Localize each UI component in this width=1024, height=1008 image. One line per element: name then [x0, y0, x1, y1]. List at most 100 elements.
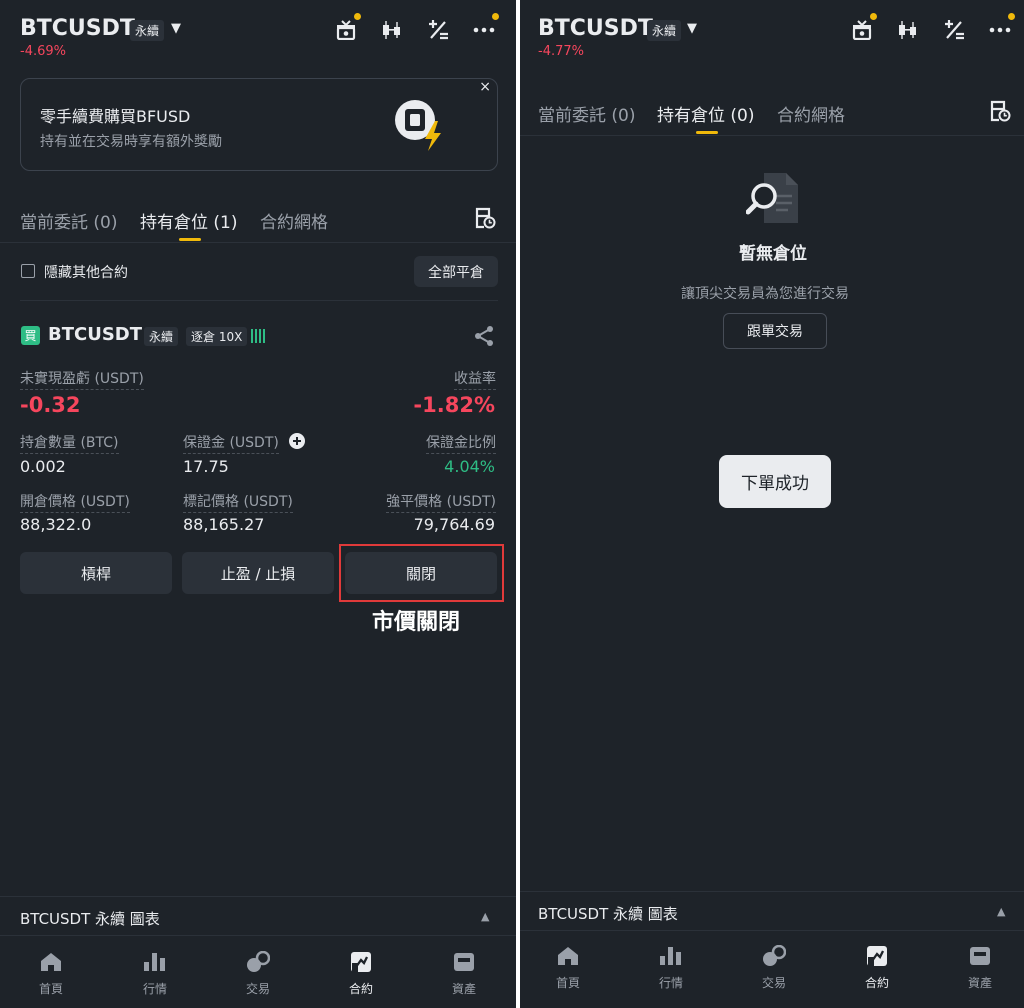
close-all-button[interactable]: 全部平倉	[414, 256, 498, 287]
chevron-up-icon[interactable]: ▲	[997, 905, 1005, 918]
symbol-title[interactable]: BTCUSDT	[538, 16, 653, 41]
symbol-title[interactable]: BTCUSDT	[20, 16, 135, 41]
tab-positions[interactable]: 持有倉位 (1)	[140, 208, 237, 233]
mark-price-value: 88,165.27	[183, 515, 265, 534]
margin-ratio-value: 4.04%	[444, 457, 495, 476]
close-icon[interactable]: ×	[479, 79, 491, 95]
roe-value: -1.82%	[413, 393, 495, 417]
price-change: -4.69%	[20, 44, 66, 59]
tab-open-orders[interactable]: 當前委託 (0)	[538, 101, 635, 126]
position-size-label: 持倉數量 (BTC)	[20, 432, 119, 454]
more-icon[interactable]	[472, 13, 499, 42]
nav-markets[interactable]: 行情	[641, 944, 701, 991]
candlestick-icon[interactable]	[380, 18, 404, 42]
trade-icon	[246, 950, 270, 974]
nav-markets-label: 行情	[658, 976, 683, 990]
entry-price-value: 88,322.0	[20, 515, 92, 534]
copy-trading-button[interactable]: 跟單交易	[723, 313, 827, 349]
candlestick-icon[interactable]	[896, 18, 920, 42]
position-contract-type: 永續	[144, 327, 179, 346]
mark-price-label: 標記價格 (USDT)	[183, 491, 293, 513]
position-symbol[interactable]: BTCUSDT	[48, 324, 142, 345]
share-icon[interactable]	[473, 325, 495, 351]
roe-label: 收益率	[454, 368, 496, 390]
nav-home[interactable]: 首頁	[538, 944, 598, 991]
nav-home-label: 首頁	[38, 982, 63, 996]
nav-futures-label: 合約	[864, 976, 889, 990]
symbol-dropdown-icon[interactable]: ▼	[687, 21, 697, 36]
symbol-dropdown-icon[interactable]: ▼	[171, 21, 181, 36]
price-change: -4.77%	[538, 44, 584, 59]
chart-bar-label[interactable]: BTCUSDT 永續 圖表	[20, 908, 160, 929]
margin-ratio-label: 保證金比例	[426, 432, 496, 454]
position-size-value: 0.002	[20, 457, 66, 476]
nav-home-label: 首頁	[555, 976, 580, 990]
futures-icon	[865, 944, 889, 968]
filter-divider	[20, 300, 498, 301]
margin-mode-badge[interactable]: 逐倉 10X	[186, 327, 248, 346]
nav-markets-label: 行情	[142, 982, 167, 996]
nav-assets[interactable]: 資產	[434, 950, 494, 997]
markets-icon	[143, 950, 167, 974]
hide-other-checkbox[interactable]	[21, 264, 35, 278]
chart-bar-divider	[520, 891, 1024, 892]
empty-state-title: 暫無倉位	[739, 244, 807, 264]
no-positions-icon	[745, 170, 802, 230]
futures-icon	[349, 950, 373, 974]
order-history-icon[interactable]	[474, 207, 496, 233]
contract-type-badge: 永續	[130, 20, 165, 41]
adl-indicator-icon	[251, 329, 267, 343]
wallet-icon	[452, 950, 476, 974]
nav-trade-label: 交易	[245, 982, 270, 996]
trade-icon	[762, 944, 786, 968]
margin-value: 17.75	[183, 457, 229, 476]
active-tab-indicator	[179, 238, 201, 241]
nav-futures[interactable]: 合約	[847, 944, 907, 991]
tab-futures-grid[interactable]: 合約網格	[777, 101, 845, 126]
gift-icon[interactable]	[334, 13, 361, 42]
liquidation-price-label: 強平價格 (USDT)	[386, 491, 496, 513]
nav-divider	[0, 935, 516, 936]
nav-trade-label: 交易	[761, 976, 786, 990]
promo-banner[interactable]: 零手續費購買BFUSD 持有並在交易時享有額外獎勵 ×	[20, 78, 498, 171]
chart-bar-divider	[0, 896, 516, 897]
percent-calc-icon[interactable]	[942, 18, 966, 42]
nav-divider	[520, 930, 1024, 931]
contract-type-badge: 永續	[647, 20, 682, 41]
empty-state-subtitle: 讓頂尖交易員為您進行交易	[681, 286, 849, 302]
tab-open-orders[interactable]: 當前委託 (0)	[20, 208, 117, 233]
leverage-button[interactable]: 槓桿	[20, 552, 172, 594]
promo-subtitle: 持有並在交易時享有額外獎勵	[40, 134, 222, 150]
market-close-annotation: 市價關閉	[372, 610, 461, 635]
nav-home[interactable]: 首頁	[21, 950, 81, 997]
wallet-icon	[968, 944, 992, 968]
tabs-divider	[0, 242, 516, 243]
nav-trade[interactable]: 交易	[744, 944, 804, 991]
tp-sl-button[interactable]: 止盈 / 止損	[182, 552, 334, 594]
tabs-divider	[520, 135, 1024, 136]
tab-futures-grid[interactable]: 合約網格	[260, 208, 328, 233]
percent-calc-icon[interactable]	[426, 18, 450, 42]
liquidation-price-value: 79,764.69	[413, 515, 495, 534]
order-success-toast: 下單成功	[719, 455, 831, 508]
nav-markets[interactable]: 行情	[125, 950, 185, 997]
margin-label: 保證金 (USDT)	[183, 432, 279, 454]
markets-icon	[659, 944, 683, 968]
chart-bar-label[interactable]: BTCUSDT 永續 圖表	[538, 903, 678, 924]
nav-futures[interactable]: 合約	[331, 950, 391, 997]
hide-other-label: 隱藏其他合約	[44, 265, 128, 281]
nav-assets-label: 資產	[451, 982, 476, 996]
chevron-up-icon[interactable]: ▲	[481, 910, 489, 923]
more-icon[interactable]	[988, 13, 1015, 42]
nav-assets-label: 資產	[967, 976, 992, 990]
home-icon	[556, 944, 580, 968]
home-icon	[39, 950, 63, 974]
gift-icon[interactable]	[850, 13, 877, 42]
nav-assets[interactable]: 資產	[950, 944, 1010, 991]
nav-trade[interactable]: 交易	[228, 950, 288, 997]
entry-price-label: 開倉價格 (USDT)	[20, 491, 130, 513]
tab-positions[interactable]: 持有倉位 (0)	[657, 101, 754, 126]
bfusd-coin-icon	[391, 95, 451, 157]
order-history-icon[interactable]	[989, 100, 1011, 126]
add-margin-icon[interactable]	[289, 433, 305, 453]
